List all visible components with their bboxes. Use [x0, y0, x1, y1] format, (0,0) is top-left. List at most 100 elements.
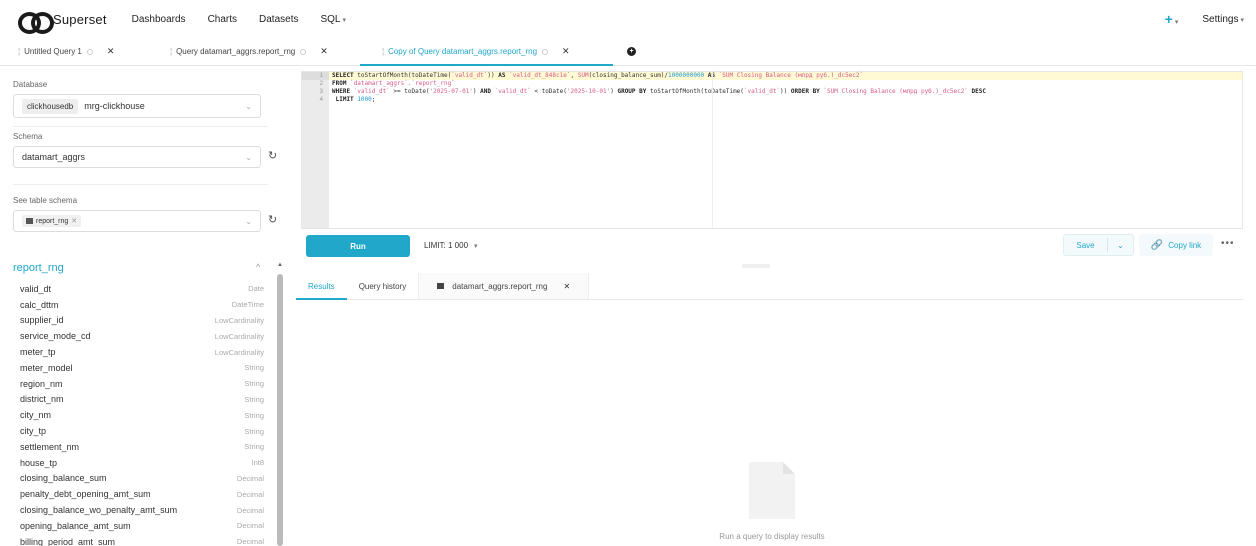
column-type: String: [244, 379, 264, 389]
column-item[interactable]: city_tp String: [20, 423, 264, 439]
code-line: LIMIT 1000;: [332, 96, 376, 103]
table-name[interactable]: report_rng: [13, 262, 64, 274]
column-type: Decimal: [236, 521, 264, 531]
tab-status-icon: [300, 48, 307, 55]
column-item[interactable]: valid_dt Date: [20, 281, 264, 297]
column-item[interactable]: opening_balance_amt_sum Decimal: [20, 518, 264, 534]
settings-label: Settings: [1202, 13, 1239, 25]
column-name: house_tp: [20, 457, 58, 468]
close-icon[interactable]: ✕: [563, 282, 570, 291]
tab-untitled-query-1[interactable]: ¦ Untitled Query 1 ✕: [0, 38, 150, 65]
tab-label: Untitled Query 1: [24, 47, 82, 56]
tab-label: Query datamart_aggrs.report_rng: [176, 47, 296, 56]
new-menu[interactable]: + ▾: [1165, 11, 1179, 27]
nav-datasets[interactable]: Datasets: [259, 14, 298, 25]
query-tabs: ¦ Untitled Query 1 ✕ ¦ Query datamart_ag…: [0, 38, 1256, 66]
column-item[interactable]: calc_dttm DateTime: [20, 297, 264, 313]
code-line: FROM `datamart_aggrs`.`report_rng`: [332, 80, 455, 87]
tab-status-icon: [542, 48, 549, 55]
column-list-scrollbar[interactable]: ▲: [277, 262, 283, 546]
chevron-down-icon: ⌄: [245, 152, 252, 162]
table-icon: [437, 283, 445, 289]
line-number: 3: [319, 89, 323, 95]
limit-label: LIMIT: 1 000: [424, 241, 469, 250]
column-item[interactable]: region_nm String: [20, 376, 264, 392]
chevron-down-icon: ▾: [342, 16, 347, 24]
column-item[interactable]: penalty_debt_opening_amt_sum Decimal: [20, 486, 264, 502]
column-item[interactable]: meter_tp LowCardinality: [20, 344, 264, 360]
copy-link-button[interactable]: 🔗 Copy link: [1139, 234, 1213, 256]
column-item[interactable]: meter_model String: [20, 360, 264, 376]
column-item[interactable]: closing_balance_wo_penalty_amt_sum Decima…: [20, 502, 264, 518]
table-schema-label: See table schema: [13, 196, 78, 205]
tab-drag-handle: ¦: [170, 47, 173, 56]
column-item[interactable]: settlement_nm String: [20, 439, 264, 455]
top-navbar: Superset Dashboards Charts Datasets SQL ▾…: [0, 0, 1256, 38]
nav-dashboards[interactable]: Dashboards: [132, 14, 186, 25]
sql-editor[interactable]: 1 2 3 4 SELECT toStartOfMonth(toDateTime…: [301, 71, 1243, 229]
tab-copy-of-query-report-rng[interactable]: ¦ Copy of Query datamart_aggrs.report_rn…: [360, 38, 613, 66]
tab-drag-handle: ¦: [382, 47, 385, 56]
database-select[interactable]: clickhousedb mrg-clickhouse ⌄: [13, 94, 261, 118]
save-button[interactable]: Save: [1064, 241, 1107, 250]
tab-results[interactable]: Results: [296, 273, 347, 300]
column-name: meter_model: [20, 362, 73, 373]
link-icon: 🔗: [1150, 239, 1164, 251]
chevron-down-icon: ▾: [474, 243, 478, 250]
code-area[interactable]: SELECT toStartOfMonth(toDateTime(`valid_…: [329, 72, 1242, 104]
column-type: Int8: [251, 458, 264, 468]
tab-query-history[interactable]: Query history: [347, 273, 419, 299]
column-name: valid_dt: [20, 283, 52, 294]
column-item[interactable]: supplier_id LowCardinality: [20, 313, 264, 329]
table-icon: [26, 218, 33, 224]
column-type: Decimal: [236, 473, 264, 483]
column-name: city_tp: [20, 426, 47, 437]
tab-query-report-rng[interactable]: ¦ Query datamart_aggrs.report_rng ✕: [150, 38, 360, 65]
refresh-icon[interactable]: ↻: [268, 150, 280, 162]
brand-name: Superset: [53, 11, 107, 27]
save-dropdown-chevron-icon[interactable]: ⌄: [1108, 241, 1133, 250]
column-item[interactable]: city_nm String: [20, 407, 264, 423]
settings-menu[interactable]: Settings ▾: [1202, 14, 1244, 25]
remove-tag-icon[interactable]: ✕: [71, 217, 77, 225]
more-options-icon[interactable]: •••: [1221, 238, 1235, 249]
refresh-icon[interactable]: ↻: [268, 214, 280, 226]
run-button[interactable]: Run: [306, 235, 410, 257]
column-item[interactable]: service_mode_cd LowCardinality: [20, 328, 264, 344]
scrollbar-thumb[interactable]: [277, 274, 283, 546]
tab-table-preview[interactable]: datamart_aggrs.report_rng ✕: [418, 273, 590, 299]
close-icon[interactable]: ✕: [107, 46, 115, 57]
table-tag: report_rng ✕: [22, 215, 82, 227]
column-item[interactable]: district_nm String: [20, 392, 264, 408]
column-list: valid_dt Date calc_dttm DateTime supplier_id…: [20, 281, 264, 546]
column-item[interactable]: billing_period_amt_sum Decimal: [20, 534, 264, 546]
close-icon[interactable]: ✕: [320, 46, 328, 57]
superset-logo[interactable]: Superset: [18, 11, 107, 34]
copy-link-label: Copy link: [1168, 240, 1202, 250]
scroll-up-icon[interactable]: ▲: [277, 262, 283, 268]
editor-split-line: [712, 72, 713, 228]
superset-logo-icon: [18, 12, 54, 34]
resize-handle[interactable]: [742, 264, 770, 268]
column-type: String: [244, 442, 264, 452]
new-tab-button[interactable]: +: [613, 38, 636, 65]
close-icon[interactable]: ✕: [562, 46, 570, 57]
schema-label: Schema: [13, 132, 43, 141]
column-item[interactable]: house_tp Int8: [20, 455, 264, 471]
code-line: SELECT toStartOfMonth(toDateTime(`valid_…: [329, 72, 1242, 80]
column-name: closing_balance_wo_penalty_amt_sum: [20, 505, 178, 516]
schema-select[interactable]: datamart_aggrs ⌄: [13, 146, 261, 168]
line-number: 4: [319, 97, 323, 103]
collapse-icon[interactable]: ^: [256, 262, 260, 272]
nav-charts[interactable]: Charts: [208, 14, 237, 25]
schema-value: datamart_aggrs: [22, 152, 86, 162]
limit-dropdown[interactable]: LIMIT: 1 000 ▾: [424, 241, 478, 250]
nav-sql[interactable]: SQL ▾: [320, 14, 346, 25]
column-item[interactable]: closing_balance_sum Decimal: [20, 471, 264, 487]
column-type: Decimal: [236, 505, 264, 515]
chevron-down-icon: ▾: [1174, 19, 1179, 26]
tab-table-preview-label: datamart_aggrs.report_rng: [452, 281, 548, 291]
table-select[interactable]: report_rng ✕ ⌄: [13, 210, 261, 232]
plus-icon: +: [1164, 11, 1173, 27]
divider: [13, 126, 268, 127]
